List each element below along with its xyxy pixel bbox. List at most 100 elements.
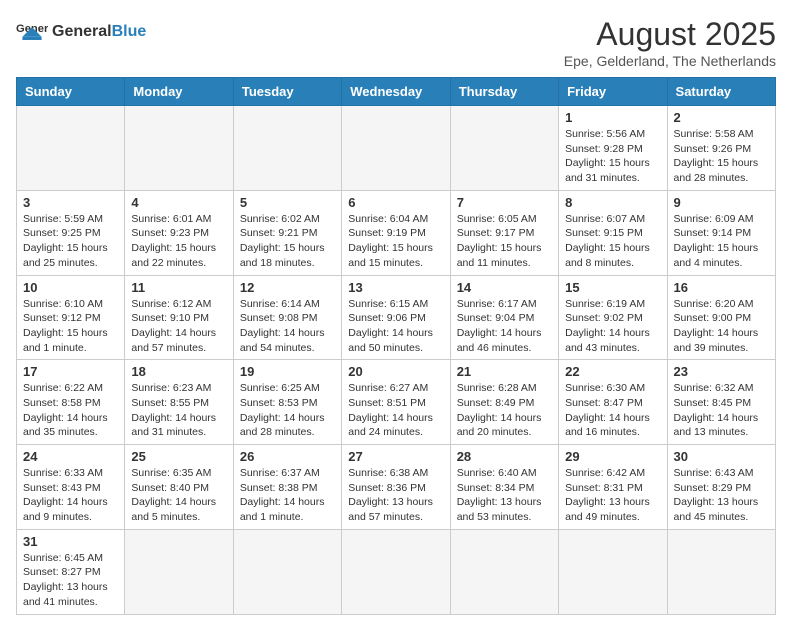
calendar-week-row: 1 Sunrise: 5:56 AM Sunset: 9:28 PM Daylig… xyxy=(17,106,776,191)
day-number: 8 xyxy=(565,195,660,210)
calendar-cell: 27 Sunrise: 6:38 AM Sunset: 8:36 PM Dayli… xyxy=(342,445,450,530)
day-number: 1 xyxy=(565,110,660,125)
calendar-cell: 5 Sunrise: 6:02 AM Sunset: 9:21 PM Daylig… xyxy=(233,190,341,275)
day-number: 24 xyxy=(23,449,118,464)
calendar-cell: 29 Sunrise: 6:42 AM Sunset: 8:31 PM Dayli… xyxy=(559,445,667,530)
calendar-cell xyxy=(125,529,233,614)
day-info: Sunrise: 6:42 AM Sunset: 8:31 PM Dayligh… xyxy=(565,466,660,525)
day-info: Sunrise: 6:27 AM Sunset: 8:51 PM Dayligh… xyxy=(348,381,443,440)
day-number: 20 xyxy=(348,364,443,379)
day-number: 22 xyxy=(565,364,660,379)
calendar-cell: 24 Sunrise: 6:33 AM Sunset: 8:43 PM Dayli… xyxy=(17,445,125,530)
day-number: 25 xyxy=(131,449,226,464)
day-number: 3 xyxy=(23,195,118,210)
day-info: Sunrise: 6:07 AM Sunset: 9:15 PM Dayligh… xyxy=(565,212,660,271)
day-info: Sunrise: 6:28 AM Sunset: 8:49 PM Dayligh… xyxy=(457,381,552,440)
calendar-cell xyxy=(233,529,341,614)
col-header-tuesday: Tuesday xyxy=(233,78,341,106)
calendar-cell xyxy=(17,106,125,191)
col-header-thursday: Thursday xyxy=(450,78,558,106)
calendar-cell: 19Sunrise: 6:25 AM Sunset: 8:53 PM Dayli… xyxy=(233,360,341,445)
calendar-cell: 17 Sunrise: 6:22 AM Sunset: 8:58 PM Dayli… xyxy=(17,360,125,445)
calendar-cell: 3 Sunrise: 5:59 AM Sunset: 9:25 PM Daylig… xyxy=(17,190,125,275)
day-info: Sunrise: 5:59 AM Sunset: 9:25 PM Dayligh… xyxy=(23,212,118,271)
calendar-cell: 7Sunrise: 6:05 AM Sunset: 9:17 PM Daylig… xyxy=(450,190,558,275)
calendar-cell: 8 Sunrise: 6:07 AM Sunset: 9:15 PM Daylig… xyxy=(559,190,667,275)
day-number: 17 xyxy=(23,364,118,379)
calendar-cell: 11 Sunrise: 6:12 AM Sunset: 9:10 PM Dayli… xyxy=(125,275,233,360)
day-number: 21 xyxy=(457,364,552,379)
calendar-cell xyxy=(667,529,775,614)
day-info: Sunrise: 6:23 AM Sunset: 8:55 PM Dayligh… xyxy=(131,381,226,440)
day-info: Sunrise: 6:19 AM Sunset: 9:02 PM Dayligh… xyxy=(565,297,660,356)
day-number: 15 xyxy=(565,280,660,295)
day-number: 23 xyxy=(674,364,769,379)
day-info: Sunrise: 6:33 AM Sunset: 8:43 PM Dayligh… xyxy=(23,466,118,525)
calendar-cell xyxy=(450,106,558,191)
day-number: 9 xyxy=(674,195,769,210)
calendar-week-row: 3 Sunrise: 5:59 AM Sunset: 9:25 PM Daylig… xyxy=(17,190,776,275)
calendar-cell: 15 Sunrise: 6:19 AM Sunset: 9:02 PM Dayli… xyxy=(559,275,667,360)
day-info: Sunrise: 6:38 AM Sunset: 8:36 PM Dayligh… xyxy=(348,466,443,525)
day-info: Sunrise: 6:43 AM Sunset: 8:29 PM Dayligh… xyxy=(674,466,769,525)
day-number: 31 xyxy=(23,534,118,549)
day-info: Sunrise: 6:02 AM Sunset: 9:21 PM Dayligh… xyxy=(240,212,335,271)
calendar-cell xyxy=(450,529,558,614)
calendar-cell: 28 Sunrise: 6:40 AM Sunset: 8:34 PM Dayli… xyxy=(450,445,558,530)
calendar-cell xyxy=(342,529,450,614)
calendar-cell: 20 Sunrise: 6:27 AM Sunset: 8:51 PM Dayli… xyxy=(342,360,450,445)
calendar-cell: 10Sunrise: 6:10 AM Sunset: 9:12 PM Dayli… xyxy=(17,275,125,360)
day-number: 14 xyxy=(457,280,552,295)
day-number: 27 xyxy=(348,449,443,464)
day-number: 4 xyxy=(131,195,226,210)
calendar-cell: 2Sunrise: 5:58 AM Sunset: 9:26 PM Daylig… xyxy=(667,106,775,191)
day-info: Sunrise: 6:30 AM Sunset: 8:47 PM Dayligh… xyxy=(565,381,660,440)
page-header: General GeneralBlue August 2025 Epe, Gel… xyxy=(16,16,776,69)
calendar-cell: 26Sunrise: 6:37 AM Sunset: 8:38 PM Dayli… xyxy=(233,445,341,530)
day-number: 26 xyxy=(240,449,335,464)
calendar-cell: 18 Sunrise: 6:23 AM Sunset: 8:55 PM Dayli… xyxy=(125,360,233,445)
col-header-saturday: Saturday xyxy=(667,78,775,106)
calendar-cell: 23Sunrise: 6:32 AM Sunset: 8:45 PM Dayli… xyxy=(667,360,775,445)
day-info: Sunrise: 6:01 AM Sunset: 9:23 PM Dayligh… xyxy=(131,212,226,271)
col-header-wednesday: Wednesday xyxy=(342,78,450,106)
day-info: Sunrise: 6:12 AM Sunset: 9:10 PM Dayligh… xyxy=(131,297,226,356)
calendar-header-row: SundayMondayTuesdayWednesdayThursdayFrid… xyxy=(17,78,776,106)
day-info: Sunrise: 6:25 AM Sunset: 8:53 PM Dayligh… xyxy=(240,381,335,440)
calendar-cell: 16Sunrise: 6:20 AM Sunset: 9:00 PM Dayli… xyxy=(667,275,775,360)
calendar-cell: 4 Sunrise: 6:01 AM Sunset: 9:23 PM Daylig… xyxy=(125,190,233,275)
calendar-cell: 31 Sunrise: 6:45 AM Sunset: 8:27 PM Dayli… xyxy=(17,529,125,614)
calendar-cell: 21 Sunrise: 6:28 AM Sunset: 8:49 PM Dayli… xyxy=(450,360,558,445)
col-header-monday: Monday xyxy=(125,78,233,106)
calendar-week-row: 17 Sunrise: 6:22 AM Sunset: 8:58 PM Dayli… xyxy=(17,360,776,445)
day-number: 30 xyxy=(674,449,769,464)
day-info: Sunrise: 6:45 AM Sunset: 8:27 PM Dayligh… xyxy=(23,551,118,610)
calendar-cell: 14 Sunrise: 6:17 AM Sunset: 9:04 PM Dayli… xyxy=(450,275,558,360)
calendar-cell: 25Sunrise: 6:35 AM Sunset: 8:40 PM Dayli… xyxy=(125,445,233,530)
day-number: 29 xyxy=(565,449,660,464)
day-info: Sunrise: 6:40 AM Sunset: 8:34 PM Dayligh… xyxy=(457,466,552,525)
day-info: Sunrise: 6:22 AM Sunset: 8:58 PM Dayligh… xyxy=(23,381,118,440)
calendar-cell: 22 Sunrise: 6:30 AM Sunset: 8:47 PM Dayli… xyxy=(559,360,667,445)
day-info: Sunrise: 6:17 AM Sunset: 9:04 PM Dayligh… xyxy=(457,297,552,356)
calendar-week-row: 24 Sunrise: 6:33 AM Sunset: 8:43 PM Dayli… xyxy=(17,445,776,530)
day-info: Sunrise: 5:56 AM Sunset: 9:28 PM Dayligh… xyxy=(565,127,660,186)
calendar-cell: 30 Sunrise: 6:43 AM Sunset: 8:29 PM Dayli… xyxy=(667,445,775,530)
day-info: Sunrise: 6:15 AM Sunset: 9:06 PM Dayligh… xyxy=(348,297,443,356)
day-number: 7 xyxy=(457,195,552,210)
day-number: 16 xyxy=(674,280,769,295)
location-subtitle: Epe, Gelderland, The Netherlands xyxy=(564,53,776,69)
day-number: 18 xyxy=(131,364,226,379)
col-header-friday: Friday xyxy=(559,78,667,106)
day-number: 12 xyxy=(240,280,335,295)
calendar-cell: 1 Sunrise: 5:56 AM Sunset: 9:28 PM Daylig… xyxy=(559,106,667,191)
logo-icon: General xyxy=(16,16,48,48)
day-info: Sunrise: 6:10 AM Sunset: 9:12 PM Dayligh… xyxy=(23,297,118,356)
day-number: 11 xyxy=(131,280,226,295)
day-number: 2 xyxy=(674,110,769,125)
day-number: 5 xyxy=(240,195,335,210)
logo-text: GeneralBlue xyxy=(52,23,146,40)
day-number: 28 xyxy=(457,449,552,464)
day-number: 6 xyxy=(348,195,443,210)
calendar-cell: 13Sunrise: 6:15 AM Sunset: 9:06 PM Dayli… xyxy=(342,275,450,360)
